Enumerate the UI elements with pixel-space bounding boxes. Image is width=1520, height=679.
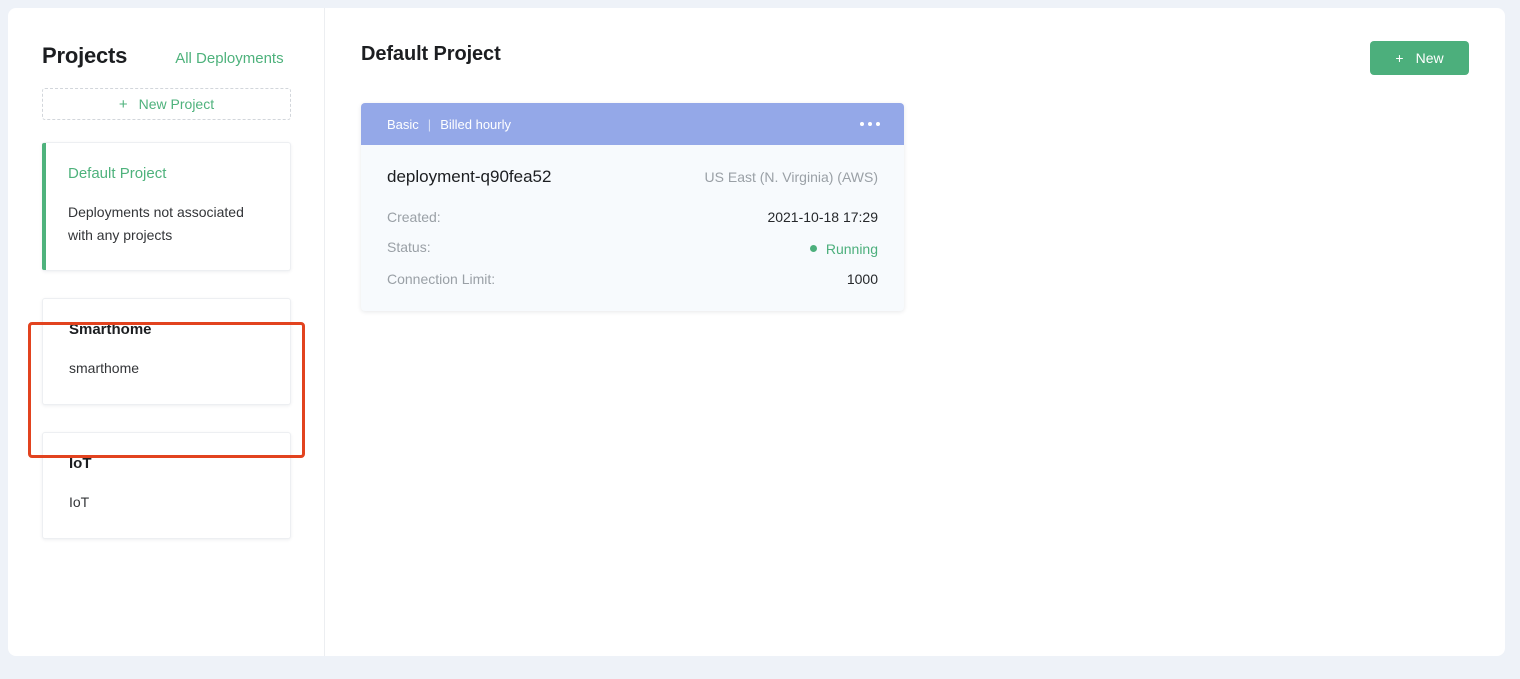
created-value: 2021-10-18 17:29 xyxy=(767,209,878,225)
app-window: Projects All Deployments + New Project D… xyxy=(8,8,1505,656)
plus-icon: + xyxy=(118,95,128,113)
status-dot-icon xyxy=(809,245,817,252)
project-card-default-project[interactable]: Default Project Deployments not associat… xyxy=(42,142,291,272)
project-card-smarthome[interactable]: Smarthome smarthome xyxy=(42,298,291,406)
deployment-card[interactable]: Basic | Billed hourly deployment-q90fea5… xyxy=(361,103,904,311)
plan-info: Basic | Billed hourly xyxy=(387,117,511,132)
new-project-label: New Project xyxy=(138,96,215,112)
project-card-iot[interactable]: IoT IoT xyxy=(42,432,291,539)
deployment-meta-list: Created: 2021-10-18 17:29 Status: Runnin… xyxy=(387,209,878,287)
new-button-label: New xyxy=(1415,50,1444,66)
dot xyxy=(868,122,872,126)
billing-label: Billed hourly xyxy=(440,116,512,132)
deployment-name: deployment-q90fea52 xyxy=(387,167,552,186)
status-value: Running xyxy=(825,240,878,257)
meta-row-status: Status: Running xyxy=(387,239,878,257)
main-title: Default Project xyxy=(361,43,501,65)
project-name: IoT xyxy=(69,455,92,473)
status-badge: Running xyxy=(809,240,878,257)
deployment-card-body: deployment-q90fea52 US East (N. Virginia… xyxy=(361,145,904,311)
meta-label: Status: xyxy=(387,239,431,255)
meta-row-created: Created: 2021-10-18 17:29 xyxy=(387,209,878,225)
new-project-button[interactable]: + New Project xyxy=(42,88,291,120)
new-deployment-button[interactable]: + New xyxy=(1370,41,1469,75)
connection-limit-value: 1000 xyxy=(846,270,878,287)
plus-icon: + xyxy=(1395,50,1404,66)
sidebar-header: Projects All Deployments xyxy=(34,8,298,69)
deployment-region: US East (N. Virginia) (AWS) xyxy=(704,169,878,185)
meta-label: Created: xyxy=(387,209,441,225)
main-header: Default Project + New xyxy=(361,41,1469,75)
page-title: Projects xyxy=(42,43,128,68)
deployment-card-header: Basic | Billed hourly xyxy=(361,103,904,145)
sidebar: Projects All Deployments + New Project D… xyxy=(8,8,325,656)
project-name: Smarthome xyxy=(69,321,152,339)
all-deployments-link[interactable]: All Deployments xyxy=(175,50,283,67)
meta-label: Connection Limit: xyxy=(387,270,496,287)
project-description: smarthome xyxy=(69,360,140,377)
project-description: Deployments not associated with any proj… xyxy=(68,204,244,243)
plan-name: Basic xyxy=(387,116,419,132)
more-options-icon[interactable] xyxy=(858,116,882,132)
dot xyxy=(876,122,880,126)
separator: | xyxy=(427,116,432,132)
deployment-identity-row: deployment-q90fea52 US East (N. Virginia… xyxy=(387,167,878,187)
project-list: Default Project Deployments not associat… xyxy=(42,142,298,539)
dot xyxy=(860,122,864,126)
main-panel: Default Project + New Basic | Billed hou… xyxy=(325,8,1505,656)
project-description: IoT xyxy=(69,494,90,511)
meta-row-connection-limit: Connection Limit: 1000 xyxy=(387,271,878,287)
project-name: Default Project xyxy=(68,165,167,182)
